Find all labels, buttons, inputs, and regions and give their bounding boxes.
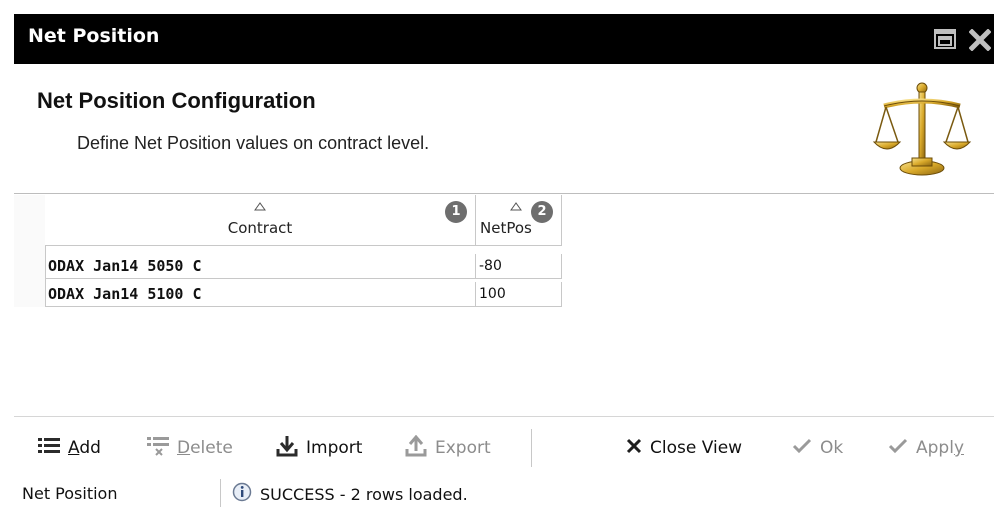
apply-label: Apply — [916, 438, 964, 458]
window-titlebar: Net Position — [14, 14, 994, 64]
page-header: Net Position Configuration Define Net Po… — [14, 64, 994, 194]
close-view-button[interactable]: Close View — [626, 435, 742, 461]
sort-ascending-icon — [510, 197, 522, 211]
page-subtitle: Define Net Position values on contract l… — [77, 133, 430, 153]
delete-list-icon — [147, 436, 169, 461]
add-button[interactable]: Add — [38, 435, 101, 461]
toolbar-separator — [531, 429, 532, 467]
ok-button[interactable]: Ok — [792, 435, 843, 461]
column-header-netpos[interactable]: NetPos 2 — [476, 195, 562, 246]
delete-label: Delete — [177, 438, 233, 458]
checkmark-icon — [792, 438, 812, 459]
delete-button[interactable]: Delete — [147, 435, 233, 461]
sort-order-badge: 2 — [531, 201, 553, 223]
export-button[interactable]: Export — [405, 434, 491, 462]
top-spacing — [0, 0, 994, 14]
close-window-icon[interactable] — [968, 28, 992, 52]
import-button[interactable]: Import — [276, 435, 362, 461]
close-view-label: Close View — [650, 438, 743, 458]
status-separator — [220, 479, 221, 507]
cell-netpos[interactable]: -80 — [476, 254, 562, 279]
window-title: Net Position — [28, 25, 160, 47]
cell-netpos[interactable]: 100 — [476, 282, 562, 307]
status-message: SUCCESS - 2 rows loaded. — [232, 482, 468, 506]
column-header-contract[interactable]: Contract 1 — [45, 195, 476, 246]
action-toolbar: Add Delete Import Export Close View Ok A… — [14, 417, 994, 477]
balance-scales-icon — [872, 80, 972, 180]
cell-contract[interactable]: ODAX Jan14 5050 C — [45, 254, 476, 279]
ok-label: Ok — [820, 438, 844, 458]
checkmark-icon — [888, 438, 908, 459]
restore-window-icon[interactable] — [934, 29, 956, 49]
table-row[interactable]: ODAX Jan14 5100 C 100 — [45, 282, 562, 307]
page-title: Net Position Configuration — [37, 88, 316, 113]
sort-ascending-icon — [254, 197, 266, 211]
column-label-netpos: NetPos — [480, 219, 532, 237]
row-header-column — [14, 195, 46, 307]
table-row[interactable]: ODAX Jan14 5050 C -80 — [45, 254, 562, 279]
export-upload-icon — [405, 434, 427, 462]
status-bar: Net Position SUCCESS - 2 rows loaded. — [14, 477, 994, 508]
import-label: Import — [306, 438, 363, 458]
add-list-icon — [38, 437, 60, 460]
status-view-name: Net Position — [22, 484, 118, 503]
add-label: Add — [68, 438, 101, 458]
x-icon — [626, 438, 642, 459]
status-message-text: SUCCESS - 2 rows loaded. — [260, 484, 468, 504]
apply-button[interactable]: Apply — [888, 435, 964, 461]
info-icon — [232, 482, 252, 506]
cell-contract[interactable]: ODAX Jan14 5100 C — [45, 282, 476, 307]
sort-order-badge: 1 — [445, 201, 467, 223]
import-download-icon — [276, 435, 298, 462]
column-label-contract: Contract — [227, 219, 293, 237]
export-label: Export — [435, 438, 491, 458]
